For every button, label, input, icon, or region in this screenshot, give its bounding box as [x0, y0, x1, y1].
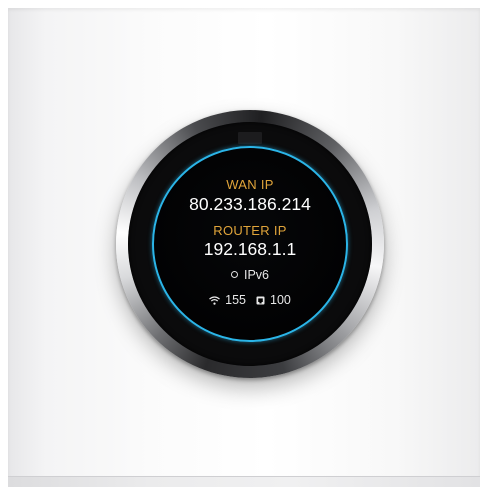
wan-ip-value: 80.233.186.214 [189, 194, 311, 214]
wired-client-value: 100 [270, 293, 291, 307]
ipv6-label: IPv6 [243, 268, 269, 282]
wifi-client-count: 155 [209, 293, 246, 307]
touchscreen-bezel: WAN IP 80.233.186.214 ROUTER IP 192.168.… [116, 110, 384, 378]
touchscreen-surround: WAN IP 80.233.186.214 ROUTER IP 192.168.… [128, 122, 372, 366]
router-base-seam [8, 476, 480, 477]
ethernet-port-icon [256, 296, 265, 305]
touchscreen-display[interactable]: WAN IP 80.233.186.214 ROUTER IP 192.168.… [152, 146, 348, 342]
router-base [8, 476, 480, 487]
wifi-client-value: 155 [225, 293, 246, 307]
ipv6-status: IPv6 [154, 268, 346, 282]
wired-client-count: 100 [256, 293, 291, 307]
wifi-icon [209, 295, 221, 305]
router-ip-label: ROUTER IP [213, 223, 287, 238]
wan-ip-label: WAN IP [226, 177, 274, 192]
ring-icon [230, 271, 238, 279]
light-sensor [238, 132, 262, 144]
client-counts: 155 100 [154, 293, 346, 307]
router-ip-value: 192.168.1.1 [203, 239, 297, 259]
